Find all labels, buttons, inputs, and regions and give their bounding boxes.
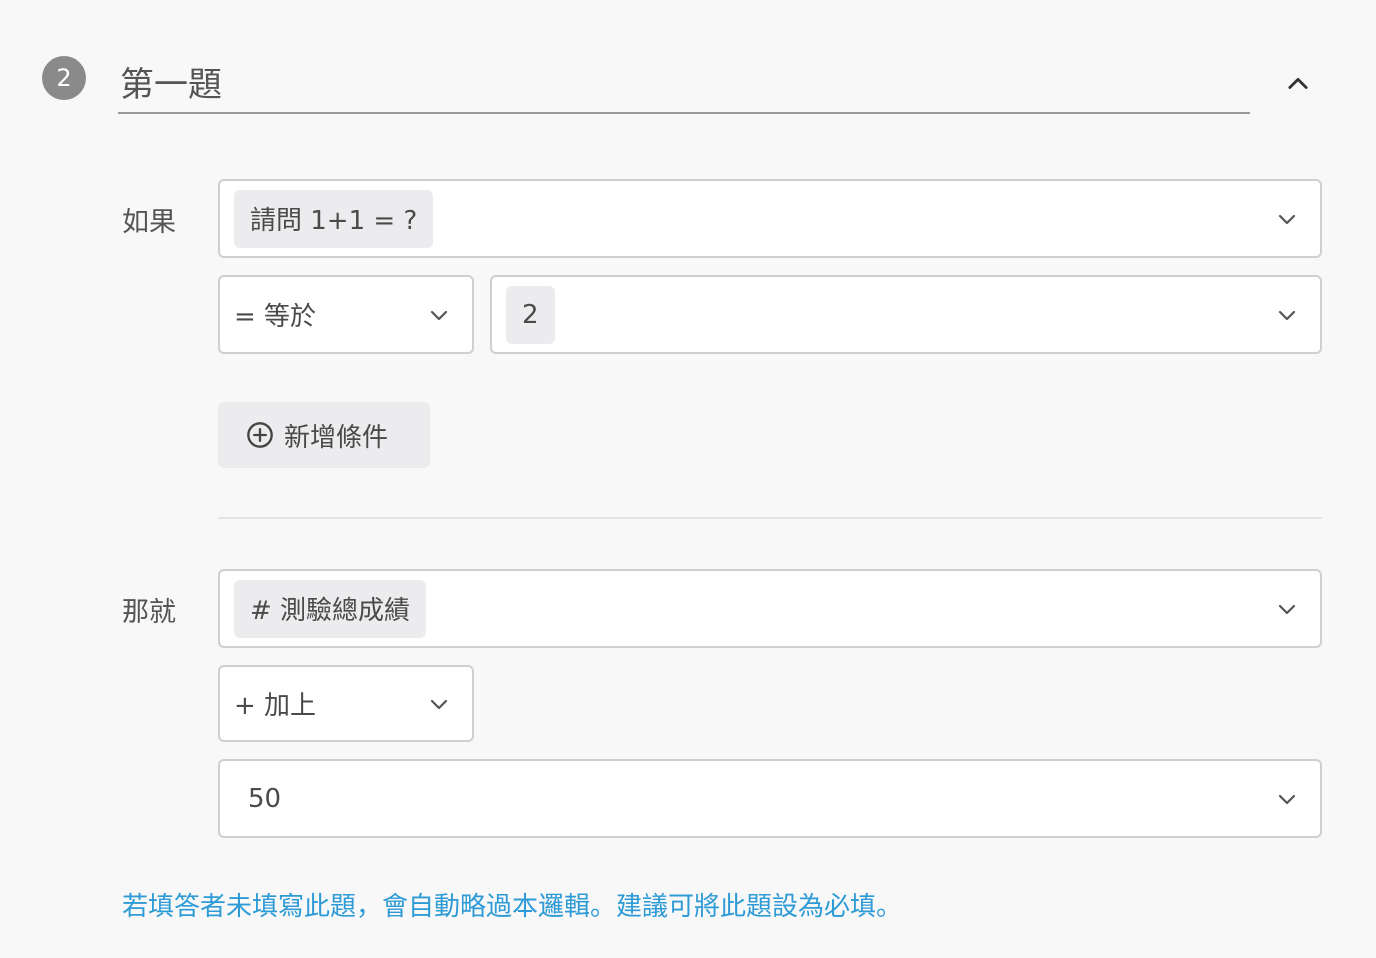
chevron-down-icon [1274, 302, 1300, 328]
chevron-up-icon [1284, 70, 1312, 98]
add-condition-label: 新增條件 [284, 422, 389, 453]
operation-text: + 加上 [234, 691, 317, 721]
collapse-button[interactable] [1276, 62, 1320, 106]
condition-label: 如果 [122, 207, 176, 238]
logic-hint-text: 若填答者未填寫此題，會自動略過本邏輯。建議可將此題設為必填。 [122, 892, 903, 922]
operator-select[interactable]: = 等於 [218, 275, 474, 354]
plus-circle-icon [246, 421, 274, 449]
target-select[interactable]: # 測驗總成績 [218, 569, 1322, 648]
action-label: 那就 [122, 597, 176, 628]
operation-select[interactable]: + 加上 [218, 665, 474, 742]
value-chip: 2 [506, 285, 555, 344]
target-chip-text: # 測驗總成績 [250, 596, 411, 626]
chevron-down-icon [426, 302, 452, 328]
chevron-down-icon [426, 691, 452, 717]
question-chip-text: 請問 1+1 = ? [250, 206, 418, 236]
chevron-down-icon [1274, 206, 1300, 232]
question-title-text: 第一題 [120, 64, 222, 105]
question-select[interactable]: 請問 1+1 = ? [218, 179, 1322, 258]
value-select[interactable]: 2 [490, 275, 1322, 354]
value-chip-text: 2 [522, 299, 539, 330]
question-title[interactable]: 第一題 [118, 50, 1250, 114]
question-chip: 請問 1+1 = ? [234, 189, 434, 248]
add-condition-button[interactable]: 新增條件 [218, 402, 430, 468]
section-divider [218, 517, 1322, 519]
operator-text: = 等於 [234, 302, 317, 332]
amount-select[interactable]: 50 [218, 759, 1322, 838]
chevron-down-icon [1274, 786, 1300, 812]
target-chip: # 測驗總成績 [234, 579, 427, 638]
step-number-badge: 2 [42, 56, 86, 100]
amount-text: 50 [248, 783, 282, 814]
chevron-down-icon [1274, 596, 1300, 622]
